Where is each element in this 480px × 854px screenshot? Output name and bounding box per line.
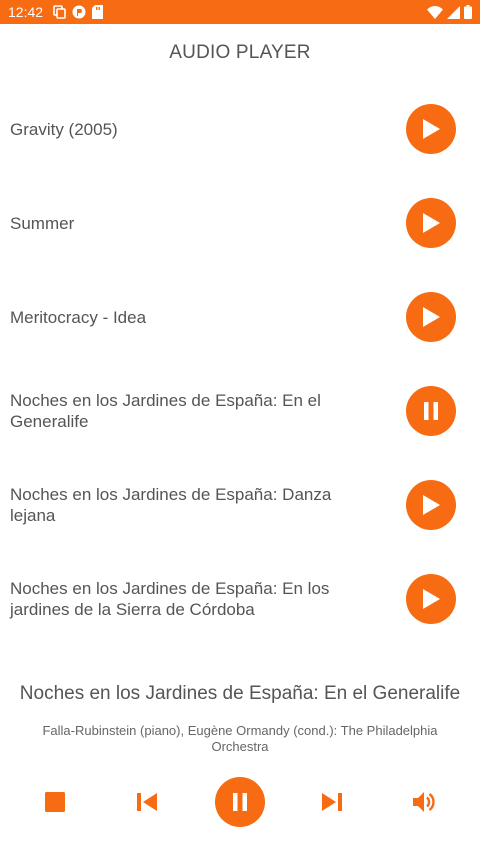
track-row[interactable]: Summer <box>0 176 480 270</box>
play-icon <box>423 495 440 515</box>
play-icon <box>423 589 440 609</box>
track-title: Meritocracy - Idea <box>10 307 147 327</box>
play-icon <box>423 213 440 233</box>
signal-icon <box>447 5 460 19</box>
track-title: Noches en los Jardines de España: En el … <box>10 391 321 431</box>
playback-controls <box>0 776 480 828</box>
play-icon <box>423 307 440 327</box>
track-list: Gravity (2005) Summer Meritocracy - Idea… <box>0 82 480 646</box>
track-title: Noches en los Jardines de España: Danza … <box>10 485 332 525</box>
copy-icon <box>53 5 66 19</box>
track-row[interactable]: Noches en los Jardines de España: Danza … <box>0 458 480 552</box>
stop-icon <box>45 792 65 812</box>
track-row[interactable]: Noches en los Jardines de España: En el … <box>0 364 480 458</box>
app-title: AUDIO PLAYER <box>169 42 311 63</box>
next-button[interactable] <box>317 787 347 817</box>
skip-previous-icon <box>137 793 157 811</box>
track-play-button[interactable] <box>406 104 456 154</box>
sd-card-icon <box>92 5 104 19</box>
previous-button[interactable] <box>132 787 162 817</box>
play-icon <box>423 119 440 139</box>
now-playing-artist: Falla-Rubinstein (piano), Eugène Ormandy… <box>42 723 438 754</box>
status-notification-icons <box>53 5 104 19</box>
now-playing-title: Noches en los Jardines de España: En el … <box>19 683 461 704</box>
battery-icon <box>464 5 472 19</box>
pause-icon <box>233 793 247 811</box>
status-system-icons <box>427 5 472 19</box>
skip-next-icon <box>322 793 342 811</box>
track-play-button[interactable] <box>406 292 456 342</box>
track-title: Noches en los Jardines de España: En los… <box>10 579 330 619</box>
play-pause-button[interactable] <box>215 777 265 827</box>
track-row[interactable]: Noches en los Jardines de España: En los… <box>0 552 480 646</box>
status-time: 12:42 <box>8 4 44 20</box>
track-row[interactable]: Gravity (2005) <box>0 82 480 176</box>
track-play-button[interactable] <box>406 574 456 624</box>
stop-button[interactable] <box>40 787 70 817</box>
track-play-button[interactable] <box>406 480 456 530</box>
status-bar: 12:42 <box>0 0 480 24</box>
track-title: Gravity (2005) <box>10 119 118 139</box>
track-pause-button[interactable] <box>406 386 456 436</box>
volume-icon <box>413 792 435 812</box>
app-icon <box>72 5 86 19</box>
track-row[interactable]: Meritocracy - Idea <box>0 270 480 364</box>
wifi-icon <box>427 5 443 19</box>
track-play-button[interactable] <box>406 198 456 248</box>
track-title: Summer <box>10 213 75 233</box>
volume-button[interactable] <box>409 787 439 817</box>
pause-icon <box>424 402 438 420</box>
